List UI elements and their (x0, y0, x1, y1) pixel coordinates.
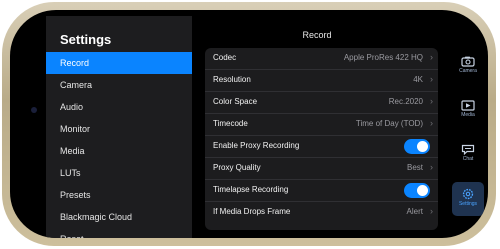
timelapse-recording-row: Timelapse Recording (205, 180, 438, 202)
color-space-value: Rec.2020 (388, 97, 423, 106)
resolution-value: 4K (413, 75, 423, 84)
resolution-row[interactable]: Resolution 4K › (205, 70, 438, 92)
settings-sidebar: Settings Record Camera Audio Monitor Med… (46, 16, 192, 238)
sidebar-item-presets[interactable]: Presets (46, 184, 192, 206)
record-settings-list: Codec Apple ProRes 422 HQ › Resolution 4… (205, 48, 438, 230)
color-space-row[interactable]: Color Space Rec.2020 › (205, 92, 438, 114)
enable-proxy-recording-row: Enable Proxy Recording (205, 136, 438, 158)
media-drops-frame-row[interactable]: If Media Drops Frame Alert › (205, 202, 438, 224)
sidebar-item-monitor[interactable]: Monitor (46, 118, 192, 140)
sidebar-item-audio[interactable]: Audio (46, 96, 192, 118)
front-camera (31, 107, 37, 113)
proxy-quality-value: Best (406, 163, 423, 172)
tab-media[interactable]: Media (452, 94, 484, 128)
timecode-label: Timecode (213, 119, 248, 128)
chat-icon (461, 144, 475, 155)
toggle-knob (417, 141, 428, 152)
camera-icon (461, 56, 475, 67)
sidebar-item-media[interactable]: Media (46, 140, 192, 162)
sidebar-item-reset[interactable]: Reset (46, 228, 192, 238)
media-drops-frame-label: If Media Drops Frame (213, 207, 291, 216)
gear-icon (462, 188, 474, 200)
panel-title: Record (302, 30, 332, 40)
media-icon (461, 100, 475, 111)
proxy-quality-label: Proxy Quality (213, 163, 261, 172)
chevron-right-icon: › (430, 162, 433, 172)
color-space-label: Color Space (213, 97, 258, 106)
chevron-right-icon: › (430, 74, 433, 84)
phone-bezel: Settings Record Camera Audio Monitor Med… (2, 2, 496, 246)
media-drops-frame-value: Alert (406, 207, 423, 216)
tab-media-label: Media (461, 112, 475, 118)
sidebar-title: Settings (60, 32, 112, 47)
timecode-row[interactable]: Timecode Time of Day (TOD) › (205, 114, 438, 136)
tab-camera-label: Camera (459, 68, 477, 74)
chevron-right-icon: › (430, 52, 433, 62)
tab-camera[interactable]: Camera (452, 50, 484, 84)
enable-proxy-recording-label: Enable Proxy Recording (213, 141, 300, 150)
chevron-right-icon: › (430, 206, 433, 216)
chevron-right-icon: › (430, 118, 433, 128)
timelapse-recording-label: Timelapse Recording (213, 185, 289, 194)
tab-chat[interactable]: Chat (452, 138, 484, 172)
chevron-right-icon: › (430, 96, 433, 106)
tab-chat-label: Chat (462, 156, 474, 162)
enable-proxy-recording-toggle[interactable] (404, 139, 430, 154)
timecode-value: Time of Day (TOD) (355, 119, 423, 128)
tab-settings[interactable]: Settings (452, 182, 484, 216)
tab-settings-label: Settings (458, 201, 478, 207)
proxy-quality-row[interactable]: Proxy Quality Best › (205, 158, 438, 180)
sidebar-item-record[interactable]: Record (46, 52, 192, 74)
sidebar-item-blackmagic-cloud[interactable]: Blackmagic Cloud (46, 206, 192, 228)
codec-row[interactable]: Codec Apple ProRes 422 HQ › (205, 48, 438, 70)
app-screen: Settings Record Camera Audio Monitor Med… (10, 10, 488, 238)
sidebar-item-camera[interactable]: Camera (46, 74, 192, 96)
timelapse-recording-toggle[interactable] (404, 183, 430, 198)
tab-bar: Camera Media Chat Settings (450, 50, 486, 220)
codec-label: Codec (213, 53, 237, 62)
sidebar-item-luts[interactable]: LUTs (46, 162, 192, 184)
codec-value: Apple ProRes 422 HQ (343, 53, 423, 62)
toggle-knob (417, 185, 428, 196)
resolution-label: Resolution (213, 75, 251, 84)
